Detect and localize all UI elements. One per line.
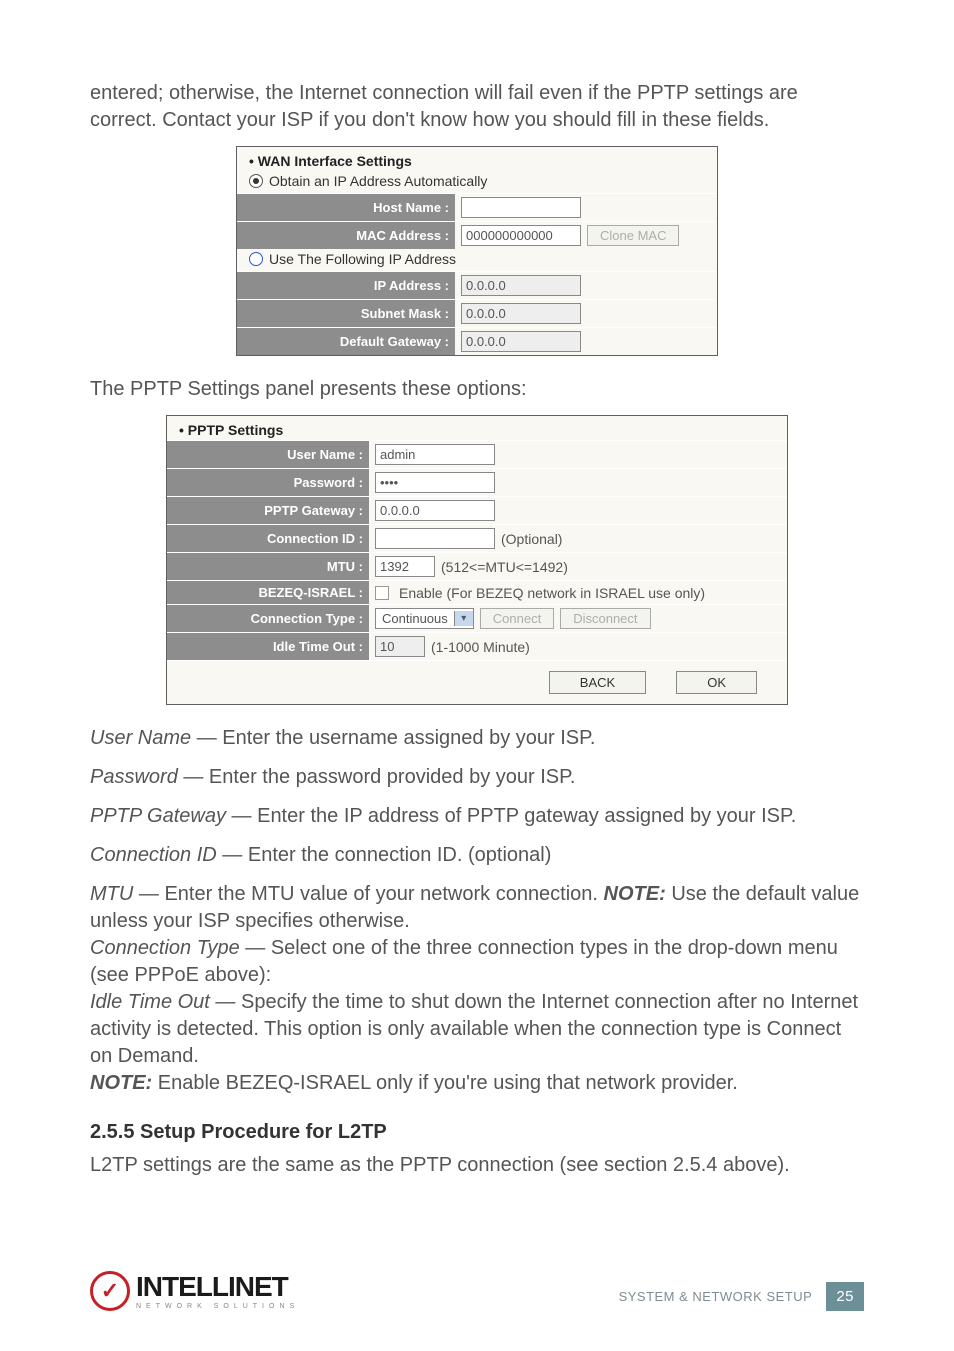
subnet-label: Subnet Mask : <box>237 300 455 327</box>
idle-hint: (1-1000 Minute) <box>431 639 530 655</box>
desc-pptp-gateway: PPTP Gateway — Enter the IP address of P… <box>90 803 864 830</box>
username-label: User Name : <box>167 441 369 468</box>
bezeq-hint: Enable (For BEZEQ network in ISRAEL use … <box>399 585 705 601</box>
ip-input <box>461 275 581 296</box>
radio-obtain-label: Obtain an IP Address Automatically <box>269 173 487 189</box>
intro-paragraph: entered; otherwise, the Internet connect… <box>90 80 864 134</box>
connid-label: Connection ID : <box>167 525 369 552</box>
host-name-input[interactable] <box>461 197 581 218</box>
idle-label: Idle Time Out : <box>167 633 369 660</box>
radio-static-label: Use The Following IP Address <box>269 251 456 267</box>
footer-section-ref: SYSTEM & NETWORK SETUP <box>619 1289 813 1304</box>
desc-conntype: Connection Type — Select one of the thre… <box>90 935 864 989</box>
radio-unchecked-icon <box>249 252 263 266</box>
mtu-label: MTU : <box>167 553 369 580</box>
radio-obtain-auto[interactable]: Obtain an IP Address Automatically <box>237 171 717 193</box>
username-input[interactable] <box>375 444 495 465</box>
radio-static-ip[interactable]: Use The Following IP Address <box>237 249 717 271</box>
mtu-input[interactable] <box>375 556 435 577</box>
host-name-label: Host Name : <box>237 194 455 221</box>
page-number: 25 <box>826 1282 864 1311</box>
pptp-panel-title: • PPTP Settings <box>167 416 787 440</box>
pptp-gateway-label: PPTP Gateway : <box>167 497 369 524</box>
mtu-hint: (512<=MTU<=1492) <box>441 559 568 575</box>
desc-connid: Connection ID — Enter the connection ID.… <box>90 842 864 869</box>
wan-settings-panel: • WAN Interface Settings Obtain an IP Ad… <box>236 146 718 356</box>
disconnect-button[interactable]: Disconnect <box>560 608 650 629</box>
subnet-input <box>461 303 581 324</box>
gateway-label: Default Gateway : <box>237 328 455 355</box>
ip-label: IP Address : <box>237 272 455 299</box>
back-button[interactable]: BACK <box>549 671 646 694</box>
password-label: Password : <box>167 469 369 496</box>
section-heading: 2.5.5 Setup Procedure for L2TP <box>90 1121 864 1144</box>
desc-mtu: MTU — Enter the MTU value of your networ… <box>90 881 864 935</box>
desc-password: Password — Enter the password provided b… <box>90 764 864 791</box>
conntype-label: Connection Type : <box>167 605 369 632</box>
pptp-gateway-input[interactable] <box>375 500 495 521</box>
connect-button[interactable]: Connect <box>480 608 554 629</box>
wan-panel-title: • WAN Interface Settings <box>237 147 717 171</box>
clone-mac-button[interactable]: Clone MAC <box>587 225 679 246</box>
desc-note: NOTE: Enable BEZEQ-ISRAEL only if you're… <box>90 1070 864 1097</box>
bezeq-label: BEZEQ-ISRAEL : <box>167 581 369 604</box>
pptp-settings-panel: • PPTP Settings User Name : Password : P… <box>166 415 788 705</box>
conntype-dropdown[interactable]: Continuous ▾ <box>375 608 474 629</box>
section-body: L2TP settings are the same as the PPTP c… <box>90 1152 864 1179</box>
brand-logo: ✓ INTELLINET NETWORK SOLUTIONS <box>90 1271 299 1311</box>
password-input[interactable] <box>375 472 495 493</box>
mac-input[interactable] <box>461 225 581 246</box>
connid-hint: (Optional) <box>501 531 562 547</box>
logo-text: INTELLINET <box>136 1273 299 1301</box>
radio-checked-icon <box>249 174 263 188</box>
conntype-value: Continuous <box>376 609 454 628</box>
check-icon: ✓ <box>90 1271 130 1311</box>
pptp-intro: The PPTP Settings panel presents these o… <box>90 376 864 403</box>
connid-input[interactable] <box>375 528 495 549</box>
gateway-input <box>461 331 581 352</box>
chevron-down-icon: ▾ <box>454 611 473 626</box>
desc-username: User Name — Enter the username assigned … <box>90 725 864 752</box>
logo-subtext: NETWORK SOLUTIONS <box>136 1303 299 1310</box>
idle-input <box>375 636 425 657</box>
mac-label: MAC Address : <box>237 222 455 249</box>
desc-idle: Idle Time Out — Specify the time to shut… <box>90 989 864 1070</box>
bezeq-checkbox[interactable] <box>375 586 389 600</box>
ok-button[interactable]: OK <box>676 671 757 694</box>
